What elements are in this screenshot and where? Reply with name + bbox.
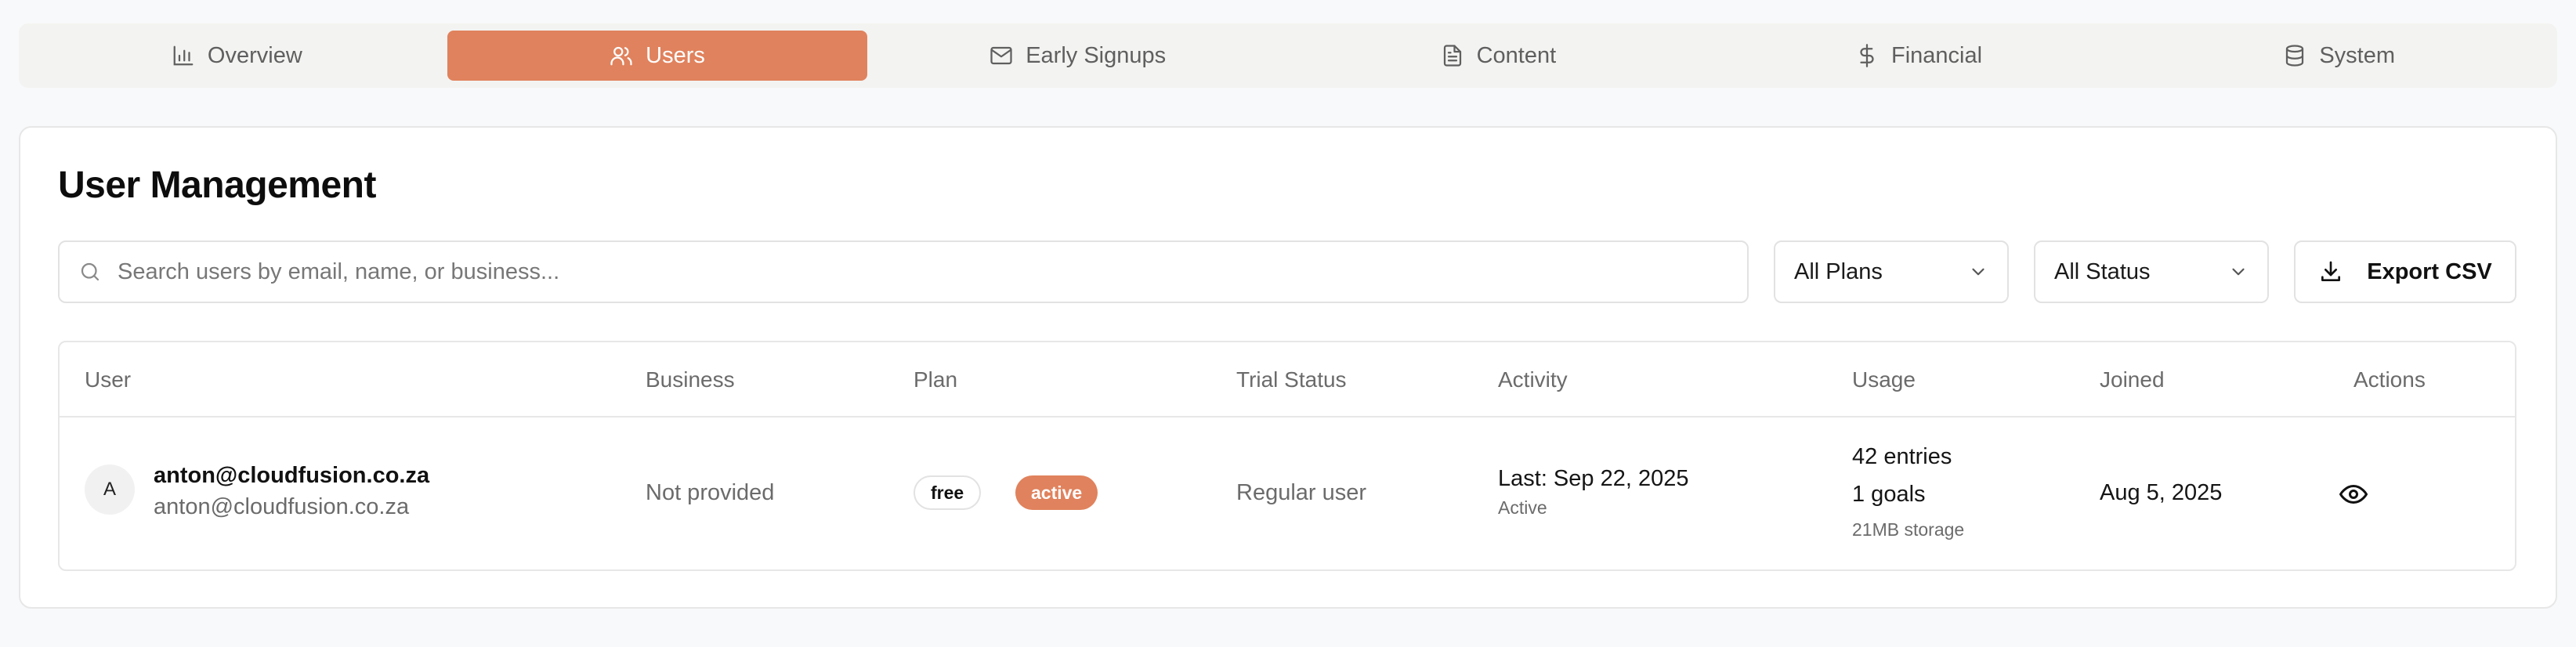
joined-date: Aug 5, 2025 bbox=[2100, 480, 2223, 505]
status-filter-select[interactable]: All Status bbox=[2034, 240, 2269, 303]
status-filter-value: All Status bbox=[2054, 258, 2151, 284]
column-header-joined: Joined bbox=[2100, 367, 2165, 392]
export-csv-button[interactable]: Export CSV bbox=[2294, 240, 2516, 303]
dollar-icon bbox=[1860, 44, 1874, 67]
export-label: Export CSV bbox=[2367, 258, 2492, 284]
users-icon bbox=[610, 46, 632, 66]
mail-icon bbox=[990, 46, 1012, 65]
trial-status-cell: Regular user bbox=[1236, 480, 1367, 505]
download-icon bbox=[2321, 261, 2341, 281]
users-table: User Business Plan Trial Status Activity… bbox=[58, 341, 2516, 571]
search-box[interactable] bbox=[58, 240, 1749, 303]
business-cell: Not provided bbox=[646, 480, 775, 505]
file-text-icon bbox=[1443, 45, 1461, 67]
tab-label: Early Signups bbox=[1026, 42, 1167, 68]
tab-early-signups[interactable]: Early Signups bbox=[867, 31, 1288, 81]
page-title: User Management bbox=[58, 164, 376, 206]
chevron-down-icon bbox=[2232, 268, 2245, 276]
user-email-secondary: anton@cloudfusion.co.za bbox=[154, 494, 410, 519]
tab-label: Overview bbox=[207, 42, 302, 68]
tab-system[interactable]: System bbox=[2129, 31, 2549, 81]
admin-tab-bar: Overview Users Early Signups Content Fin… bbox=[19, 23, 2557, 88]
status-badge: active bbox=[1015, 475, 1098, 510]
tab-content[interactable]: Content bbox=[1288, 31, 1709, 81]
column-header-activity: Activity bbox=[1498, 367, 1568, 392]
search-icon bbox=[81, 262, 99, 281]
plan-filter-select[interactable]: All Plans bbox=[1774, 240, 2009, 303]
chevron-down-icon bbox=[1972, 268, 1984, 276]
database-icon bbox=[2286, 45, 2304, 67]
tab-label: System bbox=[2319, 42, 2396, 68]
column-header-actions: Actions bbox=[2353, 367, 2426, 392]
plan-filter-value: All Plans bbox=[1794, 258, 1883, 284]
tab-label: Content bbox=[1476, 42, 1557, 68]
tab-financial[interactable]: Financial bbox=[1709, 31, 2129, 81]
activity-last: Last: Sep 22, 2025 bbox=[1498, 466, 1689, 491]
avatar: A bbox=[85, 464, 135, 515]
search-input[interactable] bbox=[118, 258, 1747, 285]
column-header-user: User bbox=[85, 367, 132, 392]
column-header-plan: Plan bbox=[914, 367, 958, 392]
plan-badge: free bbox=[914, 475, 982, 510]
table-row: A anton@cloudfusion.co.za anton@cloudfus… bbox=[60, 417, 2515, 569]
column-header-trial-status: Trial Status bbox=[1236, 367, 1347, 392]
column-header-business: Business bbox=[646, 367, 735, 392]
table-header: User Business Plan Trial Status Activity… bbox=[60, 342, 2515, 417]
user-email-primary: anton@cloudfusion.co.za bbox=[154, 463, 430, 488]
tab-overview[interactable]: Overview bbox=[27, 31, 447, 81]
column-header-usage: Usage bbox=[1852, 367, 1916, 392]
usage-goals: 1 goals bbox=[1852, 482, 1926, 507]
user-management-card: User Management All Plans All Status Exp… bbox=[19, 126, 2557, 609]
usage-entries: 42 entries bbox=[1852, 444, 1952, 469]
activity-state: Active bbox=[1498, 497, 1547, 518]
view-user-eye-icon[interactable] bbox=[2339, 480, 2368, 508]
tab-label: Users bbox=[646, 42, 705, 68]
usage-storage: 21MB storage bbox=[1852, 519, 1965, 540]
tab-users[interactable]: Users bbox=[447, 31, 868, 81]
tab-label: Financial bbox=[1890, 42, 1983, 68]
bar-chart-icon bbox=[173, 45, 194, 66]
